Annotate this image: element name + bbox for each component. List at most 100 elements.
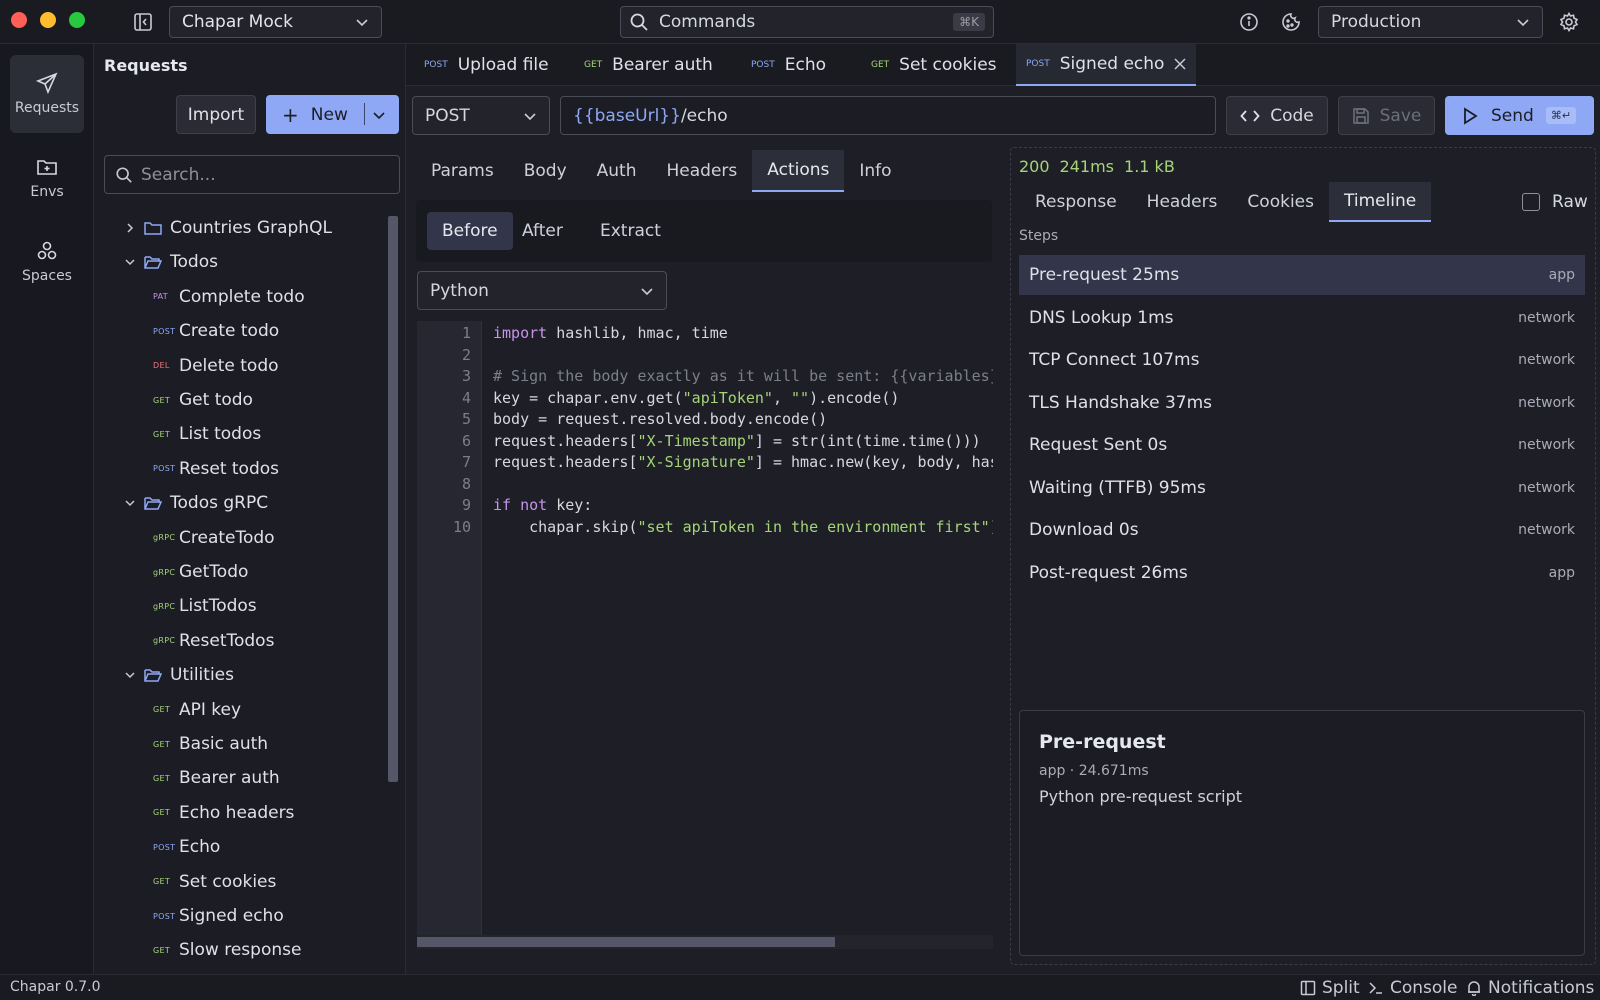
tree-folder[interactable]: Todos [94, 245, 218, 279]
split-button[interactable]: Split [1300, 978, 1360, 998]
tab-auth[interactable]: Auth [582, 150, 652, 192]
response-tab-headers[interactable]: Headers [1132, 182, 1233, 222]
tree-request-item[interactable]: gRPC ResetTodos [94, 624, 274, 658]
tree-request-item[interactable]: GET Set cookies [94, 865, 276, 899]
commands-palette[interactable]: Commands ⌘K [620, 6, 994, 38]
console-button[interactable]: Console [1368, 978, 1458, 998]
tree-request-item[interactable]: POST Signed echo [94, 899, 284, 933]
tree-folder[interactable]: Countries GraphQL [94, 211, 332, 245]
tab-echo[interactable]: POST Echo [741, 44, 836, 86]
notifications-button[interactable]: Notifications [1466, 978, 1594, 998]
tab-headers[interactable]: Headers [652, 150, 753, 192]
request-label: Echo [179, 837, 221, 858]
line-number: 8 [461, 474, 471, 493]
tree-request-item[interactable]: GET List todos [94, 417, 261, 451]
code-editor[interactable]: 1 2 3 4 5 6 7 8 9 10 import hashlib, hmac, time # … [417, 321, 993, 936]
tab-actions[interactable]: Actions [752, 150, 845, 192]
tab-info[interactable]: Info [844, 150, 906, 192]
raw-toggle[interactable]: Raw [1522, 192, 1588, 212]
plus-icon: + [282, 102, 299, 127]
tree-request-item[interactable]: POST Echo [94, 830, 220, 864]
raw-checkbox[interactable] [1522, 193, 1540, 211]
tree-request-item[interactable]: GET API key [94, 693, 241, 727]
tree-request-item[interactable]: DEL Delete todo [94, 349, 279, 383]
workspace-select[interactable]: Chapar Mock [169, 6, 382, 38]
response-time: 241ms [1059, 157, 1115, 176]
timeline-step[interactable]: Request Sent 0s network [1019, 425, 1585, 465]
timeline-step[interactable]: TCP Connect 107ms network [1019, 340, 1585, 380]
tree-request-item[interactable]: gRPC CreateTodo [94, 521, 275, 555]
tab-bearer-auth[interactable]: GET Bearer auth [574, 44, 723, 86]
tab-upload-file[interactable]: POST Upload file [414, 44, 559, 86]
line-number: 7 [461, 453, 471, 471]
close-window-button[interactable] [11, 12, 27, 28]
tree-request-item[interactable]: gRPC ListTodos [94, 589, 257, 623]
step-kind: network [1518, 309, 1575, 326]
method-badge: GET [153, 395, 171, 405]
response-tab-timeline[interactable]: Timeline [1328, 182, 1432, 222]
request-label: Echo headers [179, 802, 295, 823]
rail-item-envs[interactable]: Envs [10, 139, 84, 217]
request-subtabs: Params Body Auth Headers Actions Info [416, 150, 907, 192]
method-badge: DEL [153, 361, 170, 371]
folder-label: Todos [170, 252, 218, 273]
timeline-step[interactable]: Post-request 26ms app [1019, 553, 1585, 593]
phase-after[interactable]: After [507, 212, 578, 250]
code-button[interactable]: Code [1226, 96, 1328, 135]
language-select[interactable]: Python [417, 271, 667, 310]
phase-before[interactable]: Before [427, 212, 513, 250]
cookie-icon[interactable] [1281, 12, 1301, 32]
folder-label: Todos gRPC [170, 493, 269, 514]
search-input[interactable]: Search... [104, 155, 400, 194]
tab-body[interactable]: Body [509, 150, 582, 192]
phase-extract[interactable]: Extract [585, 212, 676, 250]
chevron-down-icon[interactable] [372, 108, 386, 122]
rail-item-spaces[interactable]: Spaces [10, 223, 84, 301]
minimize-window-button[interactable] [40, 12, 56, 28]
response-tab-response[interactable]: Response [1020, 182, 1132, 222]
tree-scrollbar[interactable] [388, 216, 398, 782]
folder-open-icon [144, 497, 162, 510]
timeline-step[interactable]: DNS Lookup 1ms network [1019, 298, 1585, 338]
tree-request-item[interactable]: GET Bearer auth [94, 761, 280, 795]
url-input[interactable]: {{baseUrl}}/echo [560, 96, 1216, 135]
method-select[interactable]: POST [412, 96, 550, 135]
tree-request-item[interactable]: gRPC GetTodo [94, 555, 248, 589]
tree-request-item[interactable]: GET Get todo [94, 383, 253, 417]
tree-folder[interactable]: Todos gRPC [94, 486, 268, 520]
language-value: Python [430, 280, 489, 301]
save-button[interactable]: Save [1338, 96, 1435, 135]
environment-select[interactable]: Production [1318, 6, 1543, 38]
send-button[interactable]: Send ⌘↵ [1445, 96, 1594, 135]
tab-signed-echo[interactable]: POST Signed echo [1016, 44, 1197, 86]
editor-hscrollbar[interactable] [417, 935, 993, 949]
scroll-thumb[interactable] [417, 937, 835, 947]
import-button[interactable]: Import [176, 95, 256, 134]
tree-request-item[interactable]: POST Create todo [94, 314, 279, 348]
info-icon[interactable] [1239, 12, 1259, 32]
response-tab-cookies[interactable]: Cookies [1232, 182, 1329, 222]
tree-request-item[interactable]: GET Basic auth [94, 727, 268, 761]
tree-request-item[interactable]: GET Slow response [94, 933, 301, 967]
code-content[interactable]: import hashlib, hmac, time # Sign the bod… [493, 321, 993, 936]
timeline-step[interactable]: Download 0s network [1019, 510, 1585, 550]
new-button[interactable]: + New [266, 95, 399, 134]
timeline-step[interactable]: Pre-request 25ms app [1019, 255, 1585, 295]
timeline-step[interactable]: TLS Handshake 37ms network [1019, 383, 1585, 423]
sidebar-toggle-icon[interactable] [133, 12, 153, 32]
tree-request-item[interactable]: PAT Complete todo [94, 280, 305, 314]
tab-method: GET [871, 60, 890, 70]
tree-request-item[interactable]: POST Reset todos [94, 452, 279, 486]
close-icon[interactable] [1174, 58, 1186, 70]
rail-item-requests[interactable]: Requests [10, 55, 84, 133]
step-name: Post-request 26ms [1029, 562, 1188, 583]
tree-folder[interactable]: Utilities [94, 658, 234, 692]
method-badge: GET [153, 877, 171, 887]
timeline-step[interactable]: Waiting (TTFB) 95ms network [1019, 468, 1585, 508]
tab-params[interactable]: Params [416, 150, 509, 192]
gear-icon[interactable] [1559, 12, 1579, 32]
tab-set-cookies[interactable]: GET Set cookies [861, 44, 1007, 86]
tree-request-item[interactable]: GET Echo headers [94, 796, 294, 830]
status-code: 200 [1019, 157, 1050, 176]
maximize-window-button[interactable] [69, 12, 85, 28]
